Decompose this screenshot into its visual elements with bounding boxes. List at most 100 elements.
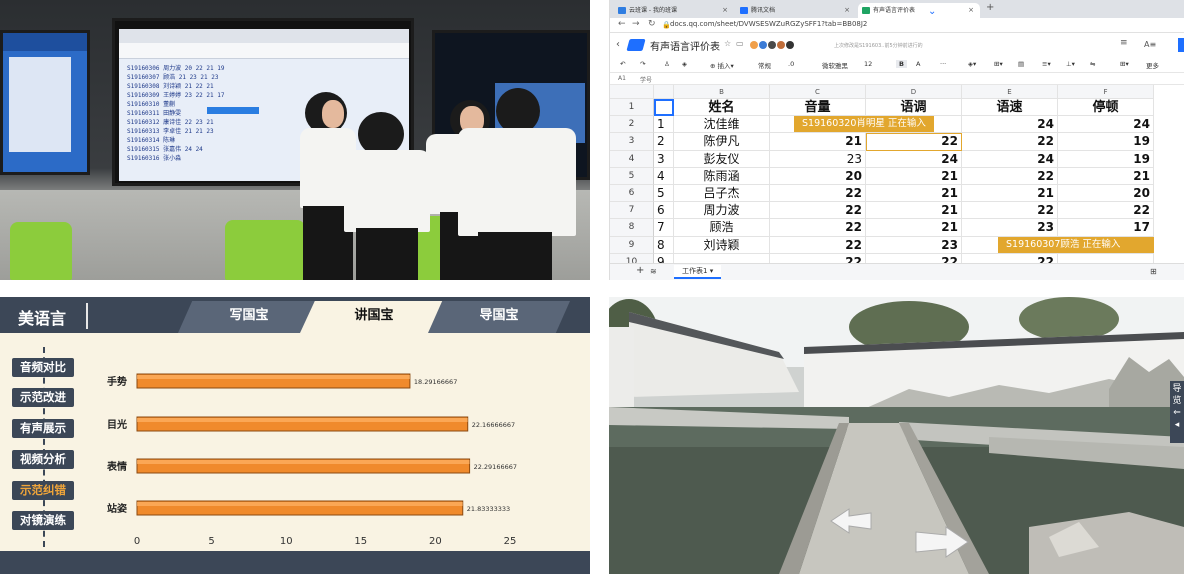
- valign-icon[interactable]: ⊥▾: [1066, 60, 1075, 68]
- table-cell[interactable]: 4: [654, 167, 674, 185]
- column-header[interactable]: E: [962, 85, 1058, 99]
- avatar[interactable]: [786, 41, 794, 49]
- table-cell[interactable]: 24: [962, 116, 1058, 134]
- table-cell[interactable]: 22: [962, 202, 1058, 220]
- avatar[interactable]: [768, 41, 776, 49]
- row-header[interactable]: 9: [610, 236, 654, 254]
- table-cell[interactable]: 23: [866, 236, 962, 254]
- insert-button[interactable]: ⊕ 插入▾: [710, 60, 734, 70]
- menu-icon[interactable]: ≡: [1120, 38, 1128, 48]
- table-cell[interactable]: 语调: [866, 99, 962, 117]
- menu-video-analysis[interactable]: 视频分析: [12, 450, 74, 469]
- table-cell[interactable]: 21: [770, 133, 866, 151]
- clear-format-icon[interactable]: ◈: [682, 60, 687, 68]
- table-cell[interactable]: 1: [654, 116, 674, 134]
- table-cell[interactable]: 22: [770, 185, 866, 203]
- font-size-icon[interactable]: A≡: [1144, 40, 1156, 49]
- table-cell[interactable]: 6: [654, 202, 674, 220]
- table-cell[interactable]: 彭友仪: [674, 150, 770, 168]
- table-cell[interactable]: 21: [866, 185, 962, 203]
- sheet-tab[interactable]: 工作表1 ▾: [674, 265, 722, 279]
- menu-demo-correct[interactable]: 示范纠错: [12, 481, 74, 500]
- back-icon[interactable]: ←: [618, 19, 626, 29]
- add-sheet-icon[interactable]: +: [636, 265, 644, 276]
- table-cell[interactable]: 21: [866, 202, 962, 220]
- menu-demo-improve[interactable]: 示范改进: [12, 388, 74, 407]
- doc-title[interactable]: 有声语言评价表: [650, 38, 720, 53]
- table-cell[interactable]: 20: [770, 167, 866, 185]
- table-cell[interactable]: 陈伊凡: [674, 133, 770, 151]
- guide-side-button[interactable]: 导 览 ⇐ ◂: [1170, 381, 1184, 443]
- text-color-button[interactable]: A: [916, 60, 920, 68]
- table-cell[interactable]: 24: [866, 150, 962, 168]
- tab-write-treasure[interactable]: 写国宝: [178, 301, 320, 333]
- menu-voice-show[interactable]: 有声展示: [12, 419, 74, 438]
- table-cell[interactable]: 音量: [770, 99, 866, 117]
- table-cell[interactable]: 19: [1058, 133, 1154, 151]
- table-cell[interactable]: 沈佳维: [674, 116, 770, 134]
- museum-panorama[interactable]: 导 览 ⇐ ◂: [609, 297, 1184, 574]
- font-size-select[interactable]: 12: [864, 60, 872, 68]
- undo-icon[interactable]: ↶: [620, 60, 625, 68]
- column-header[interactable]: [654, 85, 674, 99]
- tab-speak-treasure[interactable]: 讲国宝: [300, 301, 448, 333]
- folder-icon[interactable]: ▭: [736, 39, 744, 48]
- align-icon[interactable]: ≡▾: [1042, 60, 1051, 68]
- table-cell[interactable]: 20: [1058, 185, 1154, 203]
- row-header[interactable]: 1: [610, 99, 654, 117]
- fill-color-icon[interactable]: ◈▾: [968, 60, 976, 68]
- browser-tab[interactable]: 云班课 - 我的班课 ×: [614, 3, 734, 18]
- pano-arrow-right-icon[interactable]: [914, 525, 970, 559]
- wrap-icon[interactable]: ⇋: [1090, 60, 1095, 68]
- table-cell[interactable]: 23: [962, 219, 1058, 237]
- reload-icon[interactable]: ↻: [648, 19, 656, 29]
- grid-corner[interactable]: [610, 85, 654, 99]
- table-cell[interactable]: 22: [770, 236, 866, 254]
- more-dots-icon[interactable]: ···: [940, 60, 946, 68]
- sheet-list-icon[interactable]: ≋: [650, 267, 657, 276]
- table-cell[interactable]: 语速: [962, 99, 1058, 117]
- table-cell[interactable]: 周力波: [674, 202, 770, 220]
- pano-arrow-left-icon[interactable]: [829, 507, 873, 535]
- table-cell[interactable]: 21: [866, 219, 962, 237]
- row-header[interactable]: 7: [610, 202, 654, 220]
- table-cell[interactable]: 吕子杰: [674, 185, 770, 203]
- table-icon[interactable]: ⊞▾: [1120, 60, 1129, 68]
- browser-tab-active[interactable]: 有声语言评价表 ×: [858, 3, 980, 18]
- column-header[interactable]: B: [674, 85, 770, 99]
- row-header[interactable]: 2: [610, 116, 654, 134]
- number-format-select[interactable]: 常规: [758, 60, 771, 70]
- row-header[interactable]: 6: [610, 185, 654, 203]
- table-cell[interactable]: 24: [1058, 116, 1154, 134]
- chevron-left-icon[interactable]: ‹: [616, 39, 620, 50]
- forward-icon[interactable]: →: [632, 19, 640, 29]
- table-cell[interactable]: 5: [654, 185, 674, 203]
- table-cell[interactable]: 21: [866, 167, 962, 185]
- merge-icon[interactable]: ▤: [1018, 60, 1024, 68]
- table-cell[interactable]: 22: [770, 219, 866, 237]
- tab-guide-treasure[interactable]: 导国宝: [428, 301, 570, 333]
- table-cell[interactable]: 22: [962, 167, 1058, 185]
- avatar[interactable]: [777, 41, 785, 49]
- table-cell[interactable]: 顾浩: [674, 219, 770, 237]
- row-header[interactable]: 4: [610, 150, 654, 168]
- table-cell[interactable]: 22: [962, 133, 1058, 151]
- table-cell[interactable]: 2: [654, 133, 674, 151]
- cell-reference[interactable]: A1: [618, 75, 626, 82]
- spreadsheet-grid[interactable]: B C D E F 1 姓名 音量 语调 语速 停顿 2 1 沈佳维 24 24 3 2 陈伊凡 21 22 22 19 4 3…: [610, 85, 1184, 271]
- border-icon[interactable]: ⊞▾: [994, 60, 1003, 68]
- url-field[interactable]: docs.qq.com/sheet/DVWSESWZuRGZySFF1?tab=…: [670, 20, 867, 28]
- star-icon[interactable]: ☆: [724, 39, 731, 48]
- table-cell[interactable]: 21: [1058, 167, 1154, 185]
- table-cell[interactable]: 3: [654, 150, 674, 168]
- table-cell[interactable]: 19: [1058, 150, 1154, 168]
- formula-input[interactable]: 学号: [640, 75, 652, 84]
- more-button[interactable]: 更多: [1146, 60, 1159, 70]
- menu-audio-compare[interactable]: 音频对比: [12, 358, 74, 377]
- table-cell[interactable]: 7: [654, 219, 674, 237]
- row-header[interactable]: 5: [610, 167, 654, 185]
- row-header[interactable]: 8: [610, 219, 654, 237]
- grid-view-icon[interactable]: ⊞: [1150, 267, 1157, 276]
- avatar[interactable]: [750, 41, 758, 49]
- close-icon[interactable]: ×: [844, 3, 850, 18]
